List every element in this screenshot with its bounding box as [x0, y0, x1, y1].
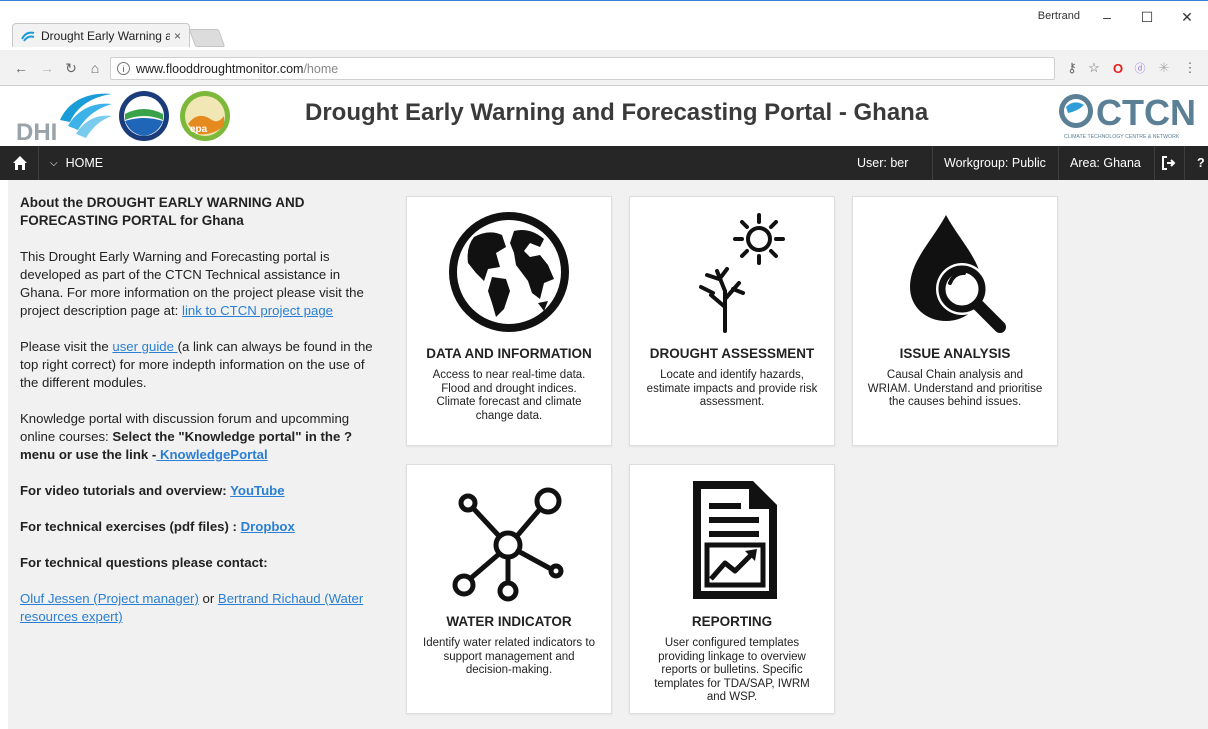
dhi-favicon-icon — [21, 31, 35, 42]
water-drop-magnifier-icon — [910, 215, 1006, 333]
about-heading: About the DROUGHT EARLY WARNING AND FORE… — [20, 195, 305, 228]
main-navbar: ⌵ HOME User: ber Workgroup: Public Area:… — [0, 146, 1208, 180]
modules-area: DATA AND INFORMATION Access to near real… — [388, 180, 1208, 729]
video-paragraph: For video tutorials and overview: YouTub… — [20, 483, 285, 498]
knowledge-portal-link[interactable]: KnowledgePortal — [156, 447, 268, 462]
drought-tree-sun-icon — [699, 213, 785, 333]
site-info-icon[interactable]: i — [117, 62, 130, 75]
network-nodes-icon — [452, 487, 564, 602]
home-menu-label: HOME — [65, 156, 104, 170]
svg-text:DHI: DHI — [16, 119, 57, 142]
extension-icon[interactable]: ✳ — [1154, 58, 1174, 78]
svg-text:epa: epa — [190, 124, 208, 135]
user-indicator[interactable]: User: ber — [857, 156, 908, 170]
browser-titlebar: Drought Early Warning a × Bertrand – ☐ ✕ — [0, 0, 1208, 50]
card-description: Access to near real-time data. Flood and… — [432, 369, 586, 422]
home-icon[interactable] — [12, 155, 28, 171]
address-bar[interactable]: i www.flooddroughtmonitor.com/home — [110, 57, 1055, 80]
home-outline-icon[interactable]: ⌂ — [84, 57, 106, 79]
dhi-logo: DHI — [16, 93, 112, 142]
window-minimize-button[interactable]: – — [1092, 6, 1122, 28]
tab-title: Drought Early Warning a — [41, 28, 170, 43]
user-guide-paragraph: Please visit the user guide (a link can … — [20, 339, 373, 390]
card-description: Locate and identify hazards, estimate im… — [646, 369, 818, 408]
card-title: ISSUE ANALYSIS — [899, 346, 1011, 361]
about-intro: This Drought Early Warning and Forecasti… — [20, 249, 364, 318]
url-host: www.flooddroughtmonitor.com — [136, 61, 304, 76]
opera-extension-icon[interactable]: O — [1108, 58, 1128, 78]
card-title: REPORTING — [691, 614, 773, 629]
youtube-link[interactable]: YouTube — [230, 483, 284, 498]
window-profile-name[interactable]: Bertrand — [1038, 10, 1080, 22]
key-icon[interactable]: ⚷ — [1062, 58, 1082, 78]
help-menu[interactable]: ? — [1197, 156, 1205, 170]
svg-text:WRC: WRC — [138, 98, 153, 104]
reload-icon[interactable]: ↻ — [60, 57, 82, 79]
module-card-drought-assessment[interactable]: DROUGHT ASSESSMENT Locate and identify h… — [629, 196, 835, 446]
browser-tab[interactable]: Drought Early Warning a × — [12, 23, 190, 47]
card-description: Causal Chain analysis and WRIAM. Underst… — [867, 369, 1043, 408]
svg-text:CLIMATE TECHNOLOGY CENTRE & NE: CLIMATE TECHNOLOGY CENTRE & NETWORK — [1064, 134, 1180, 140]
chevron-down-icon: ⌵ — [50, 157, 58, 169]
area-indicator[interactable]: Area: Ghana — [1070, 156, 1141, 170]
epa-logo: epa — [180, 91, 230, 141]
window-close-button[interactable]: ✕ — [1172, 6, 1202, 28]
report-chart-icon — [693, 481, 777, 599]
d-extension-icon[interactable]: ⓓ — [1130, 58, 1150, 78]
knowledge-paragraph: Knowledge portal with discussion forum a… — [20, 411, 353, 462]
card-title: DATA AND INFORMATION — [426, 346, 592, 361]
exercises-paragraph: For technical exercises (pdf files) : Dr… — [20, 519, 295, 534]
module-card-data-information[interactable]: DATA AND INFORMATION Access to near real… — [406, 196, 612, 446]
card-title: WATER INDICATOR — [446, 614, 572, 629]
ctcn-logo: CTCN CLIMATE TECHNOLOGY CENTRE & NETWORK — [1059, 92, 1196, 140]
module-card-issue-analysis[interactable]: ISSUE ANALYSIS Causal Chain analysis and… — [852, 196, 1058, 446]
contact-paragraph: Oluf Jessen (Project manager) or Bertran… — [20, 591, 364, 624]
user-guide-link[interactable]: user guide — [112, 339, 177, 354]
bookmark-star-icon[interactable]: ☆ — [1084, 58, 1104, 78]
project-manager-link[interactable]: Oluf Jessen (Project manager) — [20, 591, 199, 606]
wrc-logo: WRC — [119, 91, 169, 141]
about-panel: About the DROUGHT EARLY WARNING AND FORE… — [8, 180, 388, 729]
svg-text:CTCN: CTCN — [1096, 92, 1196, 133]
dropbox-link[interactable]: Dropbox — [241, 519, 295, 534]
new-tab-button[interactable] — [188, 29, 226, 47]
home-menu[interactable]: ⌵ HOME — [50, 156, 103, 170]
logout-icon[interactable] — [1162, 156, 1176, 170]
window-maximize-button[interactable]: ☐ — [1132, 6, 1162, 28]
page-title: Drought Early Warning and Forecasting Po… — [305, 99, 929, 126]
card-description: User configured templates providing link… — [654, 637, 810, 703]
module-card-reporting[interactable]: REPORTING User configured templates prov… — [629, 464, 835, 714]
card-description: Identify water related indicators to sup… — [423, 637, 595, 676]
ctcn-project-link[interactable]: link to CTCN project page — [182, 303, 333, 318]
browser-menu-icon[interactable]: ⋮ — [1180, 58, 1200, 78]
module-card-water-indicator[interactable]: WATER INDICATOR Identify water related i… — [406, 464, 612, 714]
globe-icon — [449, 212, 569, 332]
url-path: /home — [303, 61, 339, 76]
browser-toolbar: ← → ↻ ⌂ i www.flooddroughtmonitor.com/ho… — [0, 50, 1208, 86]
contact-heading: For technical questions please contact: — [20, 555, 268, 570]
back-arrow-icon[interactable]: ← — [10, 57, 32, 79]
tab-close-icon[interactable]: × — [174, 29, 181, 43]
workgroup-indicator[interactable]: Workgroup: Public — [944, 156, 1046, 170]
forward-arrow-icon[interactable]: → — [36, 57, 58, 79]
card-title: DROUGHT ASSESSMENT — [649, 346, 815, 361]
site-header: DHI WRC epa Drought Early Warning and Fo… — [0, 86, 1208, 146]
